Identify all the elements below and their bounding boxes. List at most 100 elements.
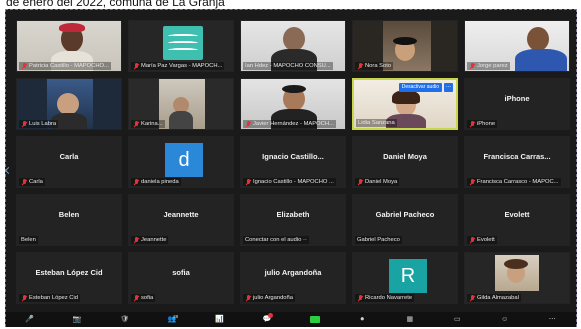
participant-grid: Patricia Castillo - MAPOCHO... María Paz…	[16, 20, 574, 305]
participant-display-name: iPhone	[504, 94, 530, 103]
unmute-button[interactable]: Desactivar audio	[398, 83, 442, 92]
avatar: d	[165, 143, 203, 177]
participant-tile[interactable]: julio Argandoña julio Argandoña	[240, 252, 346, 304]
participant-tile[interactable]: Evolett Evolett	[464, 194, 570, 246]
muted-mic-icon	[357, 294, 363, 302]
muted-mic-icon	[245, 178, 251, 186]
participant-tile[interactable]: d daniela pineda	[128, 136, 234, 188]
muted-mic-icon	[133, 294, 139, 302]
participant-name-label: Gabriel Pacheco	[355, 236, 402, 244]
muted-mic-icon	[357, 62, 363, 70]
participant-tile[interactable]: sofia sofia	[128, 252, 234, 304]
security-icon[interactable]: 🛡	[114, 314, 136, 326]
participant-tile[interactable]: Javier Hernández - MAPOCH...	[240, 78, 346, 130]
participant-name-label: Esteban López Cid	[19, 294, 80, 302]
participant-name-label: julio Argandoña	[243, 294, 295, 302]
participant-tile[interactable]: Ignacio Castillo... Ignacio Castillo - M…	[240, 136, 346, 188]
participant-tile[interactable]: iPhone iPhone	[464, 78, 570, 130]
muted-mic-icon	[21, 62, 27, 70]
participant-name-label: iPhone	[467, 120, 498, 128]
participant-tile[interactable]: Luis Labra	[16, 78, 122, 130]
participant-display-name: Evolett	[504, 210, 530, 219]
participant-name-label: Daniel Moya	[355, 178, 400, 186]
participant-tile[interactable]: Gabriel Pacheco Gabriel Pacheco	[352, 194, 458, 246]
muted-mic-icon	[133, 236, 139, 244]
muted-mic-icon	[133, 120, 139, 128]
participant-tile[interactable]: Carla Carla	[16, 136, 122, 188]
participant-name-label: Ricardo Navarrete	[355, 294, 415, 302]
participant-name-label: Karina...	[131, 120, 165, 128]
microphone-icon[interactable]: 🎤	[19, 314, 41, 326]
page-caption: de enero del 2022, comuna de La Granja	[6, 0, 225, 9]
muted-mic-icon	[21, 178, 27, 186]
participants-icon[interactable]: 👥 28	[161, 314, 183, 326]
participant-name-label: Javier Hernández - MAPOCH...	[243, 120, 336, 128]
muted-mic-icon	[245, 294, 251, 302]
participant-display-name: julio Argandoña	[264, 268, 322, 277]
polls-icon[interactable]: 📊	[209, 314, 231, 326]
participant-display-name: sofia	[172, 268, 190, 277]
participant-tile[interactable]: Daniel Moya Daniel Moya	[352, 136, 458, 188]
participant-tile[interactable]: Elizabeth Conectar con el audio ··	[240, 194, 346, 246]
participant-display-name: Francisca Carras...	[483, 152, 551, 161]
participants-count: 28	[173, 313, 179, 319]
participant-name-label: Luis Labra	[19, 120, 59, 128]
participant-tile[interactable]: Belen Belen	[16, 194, 122, 246]
participant-name-label: Belen	[19, 236, 38, 244]
participant-name-label: María Paz Vargas - MAPOCH...	[131, 62, 225, 70]
share-screen-icon[interactable]	[304, 314, 326, 326]
muted-mic-icon	[469, 294, 475, 302]
muted-mic-icon	[357, 178, 363, 186]
participant-name-label: Conectar con el audio ··	[243, 236, 309, 244]
participant-display-name: Daniel Moya	[383, 152, 427, 161]
muted-mic-icon	[469, 120, 475, 128]
participant-name-label: Ian Hdez - MAPOCHO CONSU...	[243, 62, 333, 70]
participant-display-name: Carla	[59, 152, 79, 161]
participant-display-name: Gabriel Pacheco	[375, 210, 435, 219]
chat-badge	[268, 312, 274, 318]
participant-tile[interactable]: Karina...	[128, 78, 234, 130]
chat-icon[interactable]: 💬	[256, 312, 278, 326]
participant-name-label: Ignacio Castillo - MAPOCHO ...	[243, 178, 336, 186]
participant-name-label: Evolett	[467, 236, 497, 244]
muted-mic-icon	[133, 62, 139, 70]
muted-mic-icon	[469, 236, 475, 244]
participant-name-label: Lidia Sanzana	[356, 119, 397, 127]
avatar: R	[389, 259, 427, 293]
apps-icon[interactable]: ▦	[399, 314, 421, 326]
more-icon[interactable]: ⋯	[541, 314, 563, 326]
participant-name-label: Jeannette	[131, 236, 169, 244]
participant-tile[interactable]: R Ricardo Navarrete	[352, 252, 458, 304]
participant-name-label: Patricia Castillo - MAPOCHO...	[19, 62, 111, 70]
participant-name-label: Gilda Almazabal	[467, 294, 521, 302]
more-options-button[interactable]: ...	[444, 83, 453, 92]
participant-tile[interactable]: Jorge parez	[464, 20, 570, 72]
participant-display-name: Ignacio Castillo...	[262, 152, 324, 161]
camera-icon[interactable]: 📷	[66, 314, 88, 326]
muted-mic-icon	[469, 62, 475, 70]
participant-name-label: Nora Soto	[355, 62, 394, 70]
whiteboard-icon[interactable]: ▭	[446, 314, 468, 326]
muted-mic-icon	[245, 120, 251, 128]
participant-tile[interactable]: Esteban López Cid Esteban López Cid	[16, 252, 122, 304]
participant-tile[interactable]: Gilda Almazabal	[464, 252, 570, 304]
participant-tile[interactable]: María Paz Vargas - MAPOCH...	[128, 20, 234, 72]
participant-tile[interactable]: Ian Hdez - MAPOCHO CONSU...	[240, 20, 346, 72]
participant-tile[interactable]: Francisca Carras... Francisca Carrasco -…	[464, 136, 570, 188]
participant-display-name: Jeannette	[163, 210, 199, 219]
participant-name-label: Francisca Carrasco - MAPOC...	[467, 178, 561, 186]
participant-display-name: Elizabeth	[276, 210, 310, 219]
participant-tile[interactable]: Nora Soto	[352, 20, 458, 72]
participant-display-name: Belen	[58, 210, 80, 219]
record-icon[interactable]: ⏺	[351, 314, 373, 326]
participant-tile[interactable]: Jeannette Jeannette	[128, 194, 234, 246]
participant-tile-active-speaker[interactable]: Desactivar audio ... Lidia Sanzana	[352, 78, 458, 130]
participant-name-label: daniela pineda	[131, 178, 181, 186]
muted-mic-icon	[21, 294, 27, 302]
reactions-icon[interactable]: ☺	[494, 314, 516, 326]
muted-mic-icon	[133, 178, 139, 186]
participant-name-label: sofia	[131, 294, 156, 302]
participant-display-name: Esteban López Cid	[35, 268, 103, 277]
participant-name-label: Jorge parez	[467, 62, 510, 70]
participant-tile[interactable]: Patricia Castillo - MAPOCHO...	[16, 20, 122, 72]
